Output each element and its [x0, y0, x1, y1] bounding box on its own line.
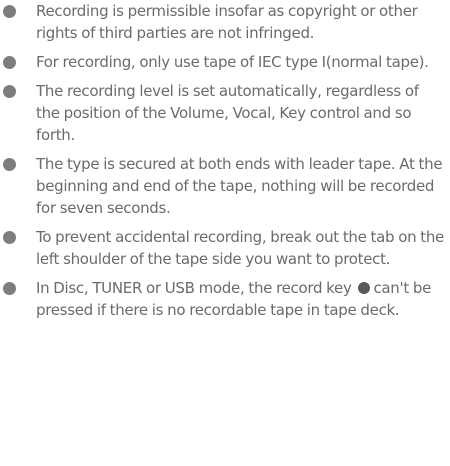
bullet-icon [3, 5, 16, 18]
note-text: For recording, only use tape of IEC type… [36, 53, 429, 71]
note-item-prevent-recording: To prevent accidental recording, break o… [0, 226, 450, 270]
note-text: Recording is permissible insofar as copy… [36, 2, 418, 42]
bullet-icon [3, 158, 16, 171]
note-text: To prevent accidental recording, break o… [36, 228, 444, 268]
bullet-icon [3, 85, 16, 98]
note-item-leader-tape: The type is secured at both ends with le… [0, 153, 450, 219]
bullet-icon [3, 282, 16, 295]
record-dot-icon [357, 282, 370, 294]
note-text: The recording level is set automatically… [36, 82, 419, 144]
bullet-icon [3, 231, 16, 244]
note-text: The type is secured at both ends with le… [36, 155, 443, 217]
note-text-before: In Disc, TUNER or USB mode, the record k… [36, 279, 352, 297]
recording-notes-list: Recording is permissible insofar as copy… [0, 0, 450, 321]
note-item-record-key: In Disc, TUNER or USB mode, the record k… [0, 277, 450, 321]
note-item-tape-type: For recording, only use tape of IEC type… [0, 51, 450, 73]
note-item-copyright: Recording is permissible insofar as copy… [0, 0, 450, 44]
bullet-icon [3, 56, 16, 69]
note-item-recording-level: The recording level is set automatically… [0, 80, 450, 146]
